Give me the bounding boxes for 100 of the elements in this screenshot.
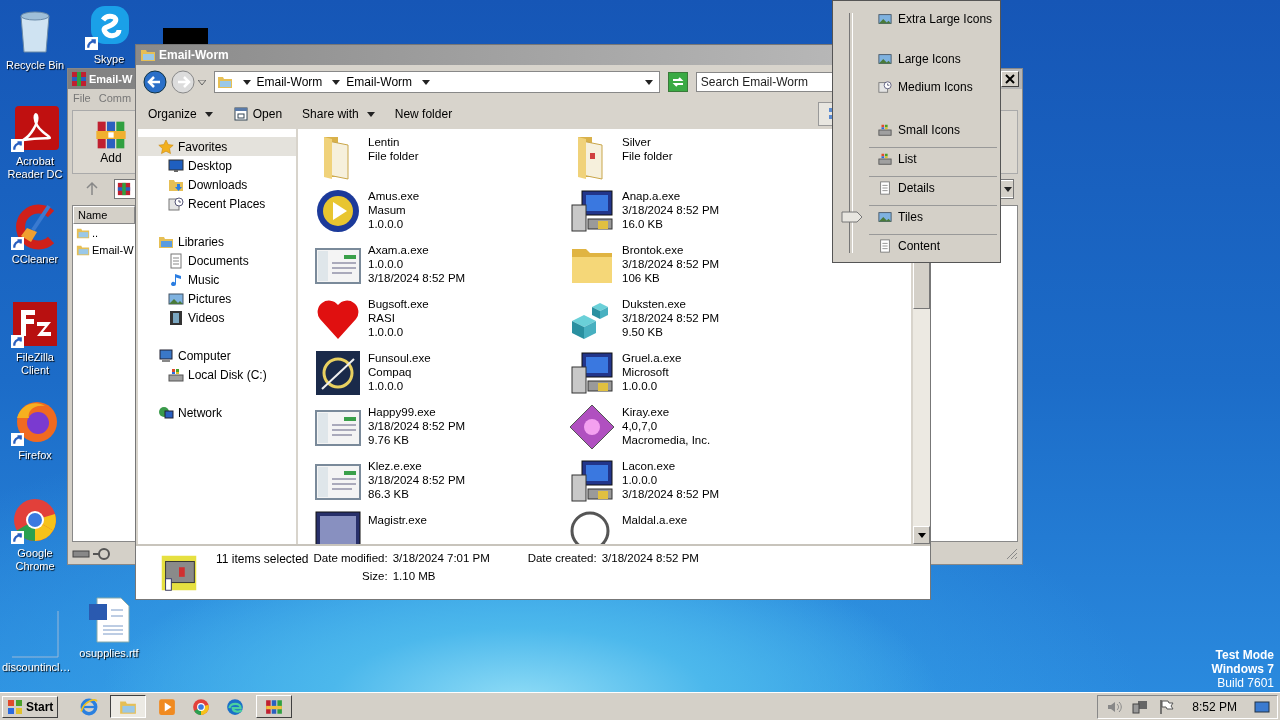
file-name[interactable]: .. — [92, 226, 99, 239]
desktop-icon-label[interactable]: Firefox — [18, 449, 52, 462]
address-bar[interactable]: Email-Worm Email-Worm — [213, 71, 660, 93]
file-info: 9.50 KB — [622, 325, 664, 339]
refresh-button[interactable] — [667, 72, 688, 92]
detail-label: Date created: — [527, 552, 597, 566]
nav-item[interactable]: Music — [138, 270, 296, 289]
file-tile[interactable]: Brontok.exe 3/18/2024 8:52 PM 106 KB — [568, 241, 822, 295]
selection-summary: 11 items selected — [216, 552, 309, 568]
column-header[interactable]: Name — [73, 206, 135, 224]
file-tile[interactable]: Duksten.exe 3/18/2024 8:52 PM 9.50 KB — [568, 295, 822, 349]
media-player-icon — [158, 697, 177, 716]
file-tile[interactable]: Gruel.a.exe Microsoft 1.0.0.0 — [568, 349, 822, 403]
nav-item-label: Network — [178, 405, 222, 420]
computer-icon — [568, 349, 616, 397]
landscape-icon — [878, 52, 892, 66]
network-icon — [158, 404, 174, 421]
detail-label: Date modified: — [313, 552, 388, 566]
file-info: 1.0.0.0 — [368, 217, 405, 231]
file-info: Masum — [368, 203, 407, 217]
nav-item[interactable]: Network — [138, 403, 296, 422]
show-desktop-icon — [1253, 698, 1271, 715]
file-info: 4,0,7,0 — [622, 419, 659, 433]
file-name: Funsoul.exe — [368, 351, 431, 365]
file-tile[interactable]: Axam.a.exe 1.0.0.0 3/18/2024 8:52 PM — [314, 241, 568, 295]
clock-icon — [168, 195, 184, 212]
nav-item-label: Computer — [178, 348, 231, 363]
shortcut-arrow-icon — [11, 433, 24, 446]
new-folder-button[interactable]: New folder — [386, 104, 461, 124]
file-tile[interactable]: Amus.exe Masum 1.0.0.0 — [314, 187, 568, 241]
slider-thumb[interactable] — [841, 211, 863, 223]
detail-value: 1.10 MB — [392, 570, 437, 584]
view-menu-item[interactable]: Small Icons — [841, 118, 997, 142]
swirl-icon — [314, 349, 362, 397]
file-name[interactable]: Email-W — [92, 243, 134, 256]
file-tile[interactable]: Silver File folder — [568, 133, 822, 187]
desktop-icon-label[interactable]: CCleaner — [11, 253, 59, 266]
disc-icon — [314, 187, 362, 235]
desktop-icon-label[interactable]: Recycle Bin — [5, 59, 65, 72]
nav-item[interactable]: Documents — [138, 251, 296, 270]
file-tile[interactable]: Bugsoft.exe RASI 1.0.0.0 — [314, 295, 568, 349]
ie-icon — [80, 697, 99, 716]
nav-item[interactable]: Recent Places — [138, 194, 296, 213]
file-tile[interactable]: Maldal.a.exe — [568, 511, 822, 544]
nav-item[interactable]: Videos — [138, 308, 296, 327]
nav-item-label: Music — [188, 272, 220, 287]
shortcut-arrow-icon — [11, 237, 24, 250]
shortcut-arrow-icon — [11, 531, 24, 544]
close-button[interactable] — [1001, 71, 1019, 87]
breadcrumb-item[interactable]: Email-Worm — [256, 75, 323, 89]
chevron-icon — [242, 79, 251, 85]
desktop-icon-label[interactable]: Google Chrome — [2, 547, 68, 573]
view-menu-item[interactable]: Extra Large Icons — [841, 7, 997, 31]
up-arrow-icon — [84, 181, 100, 197]
file-info: 3/18/2024 8:52 PM — [622, 203, 720, 217]
desktop-icon-label[interactable]: Skype — [93, 53, 125, 66]
nav-item-label: Libraries — [178, 234, 225, 249]
edge-icon — [226, 697, 245, 716]
nav-item[interactable]: Favorites — [138, 137, 296, 156]
open-button[interactable]: Open — [224, 103, 291, 125]
caret-icon — [1003, 186, 1012, 192]
desktop-icon-label[interactable]: Acrobat Reader DC — [2, 155, 68, 181]
desktop-icon-label[interactable]: FileZilla Client — [2, 351, 68, 377]
landscape-icon — [878, 12, 892, 26]
history-dropdown[interactable] — [197, 79, 208, 85]
computer-icon — [568, 187, 616, 235]
file-tile[interactable]: Funsoul.exe Compaq 1.0.0.0 — [314, 349, 568, 403]
file-tile[interactable]: Kiray.exe 4,0,7,0 Macromedia, Inc. — [568, 403, 822, 457]
share-with-button[interactable]: Share with — [294, 104, 383, 124]
file-tile[interactable]: Anap.a.exe 3/18/2024 8:52 PM 16.0 KB — [568, 187, 822, 241]
nav-item[interactable]: Desktop — [138, 156, 296, 175]
shortcut-arrow-icon — [11, 139, 24, 152]
file-name: Magistr.exe — [368, 513, 427, 527]
file-tile[interactable]: Lentin File folder — [314, 133, 568, 187]
blank-file-icon — [11, 610, 59, 658]
back-button[interactable] — [142, 69, 168, 95]
nav-item[interactable]: Computer — [138, 346, 296, 365]
file-tile[interactable]: Lacon.exe 1.0.0.0 3/18/2024 8:52 PM — [568, 457, 822, 511]
file-name: Silver — [622, 135, 652, 149]
scroll-down-icon[interactable] — [917, 532, 926, 538]
nav-item[interactable]: Local Disk (C:) — [138, 365, 296, 384]
nav-item[interactable]: Downloads — [138, 175, 296, 194]
file-info: 9.76 KB — [368, 433, 410, 447]
four-squares-icon — [7, 698, 23, 715]
organize-button[interactable]: Organize — [140, 104, 221, 124]
add-button[interactable]: Add — [91, 117, 131, 167]
file-tile[interactable]: Klez.e.exe 3/18/2024 8:52 PM 86.3 KB — [314, 457, 568, 511]
file-info: 3/18/2024 8:52 PM — [368, 271, 466, 285]
nav-item-label: Recent Places — [188, 196, 266, 211]
clock[interactable]: 8:52 PM — [1192, 699, 1237, 714]
taskbar-app-button[interactable] — [110, 695, 147, 718]
nav-item-label: Local Disk (C:) — [188, 367, 267, 382]
nav-item[interactable]: Pictures — [138, 289, 296, 308]
start-button[interactable]: Start — [2, 695, 59, 718]
view-menu-item[interactable]: Large Icons — [841, 47, 997, 71]
breadcrumb-item[interactable]: Email-Worm — [346, 75, 413, 89]
archive-app-icon — [117, 182, 131, 196]
network-icon — [1132, 698, 1149, 715]
nav-item[interactable]: Libraries — [138, 232, 296, 251]
file-tile[interactable]: Happy99.exe 3/18/2024 8:52 PM 9.76 KB — [314, 403, 568, 457]
